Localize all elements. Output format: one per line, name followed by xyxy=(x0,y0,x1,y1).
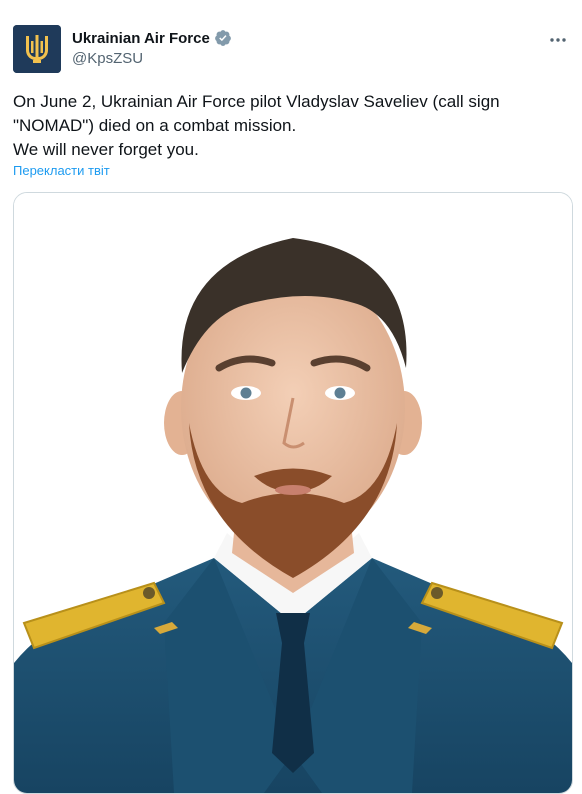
avatar[interactable] xyxy=(13,25,61,73)
pilot-portrait-image xyxy=(14,193,572,793)
display-name-text: Ukrainian Air Force xyxy=(72,29,210,47)
verified-badge-icon xyxy=(214,29,232,47)
tweet-text-line: On June 2, Ukrainian Air Force pilot Vla… xyxy=(13,92,500,135)
tweet-text: On June 2, Ukrainian Air Force pilot Vla… xyxy=(13,90,565,162)
more-options-button[interactable] xyxy=(548,30,568,50)
author-name[interactable]: Ukrainian Air Force xyxy=(72,29,232,47)
tweet-text-line: We will never forget you. xyxy=(13,140,199,159)
tweet-photo[interactable] xyxy=(13,192,573,794)
more-icon xyxy=(550,38,566,42)
translate-tweet-link[interactable]: Перекласти твіт xyxy=(13,163,110,178)
tweet: Ukrainian Air Force @KpsZSU On June 2, U… xyxy=(0,0,582,794)
trident-icon xyxy=(13,25,61,73)
author-handle[interactable]: @KpsZSU xyxy=(72,50,143,67)
